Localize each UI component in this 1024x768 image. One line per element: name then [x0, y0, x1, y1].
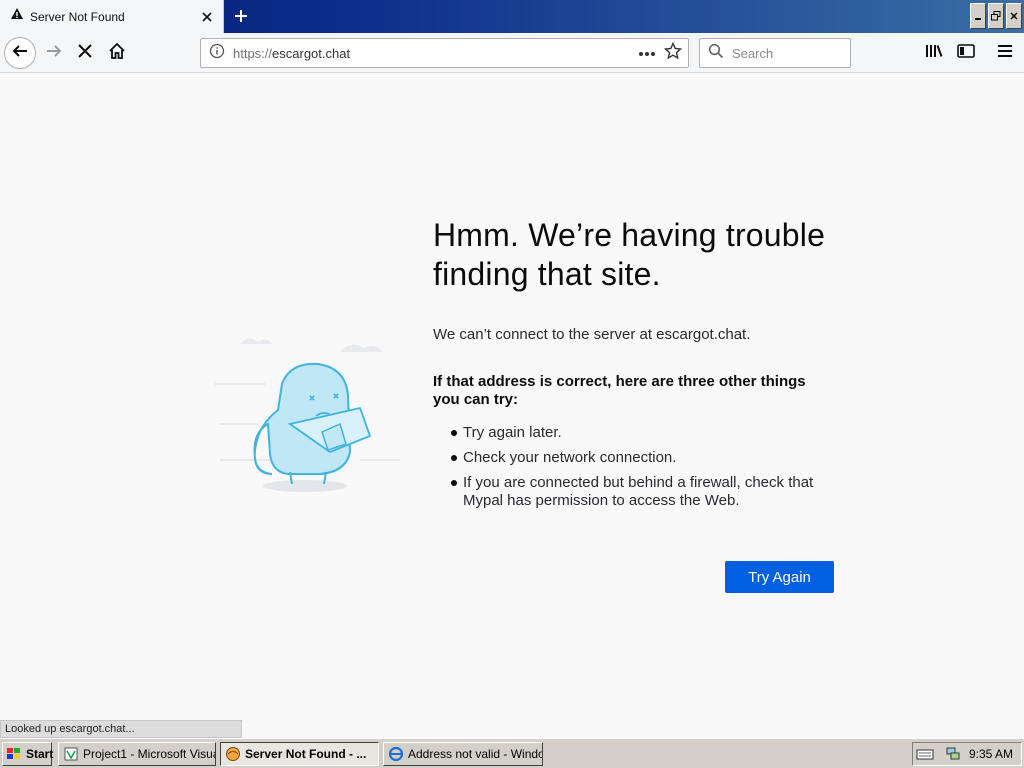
- search-icon: [708, 43, 724, 64]
- minimize-button[interactable]: [970, 3, 986, 29]
- taskbar-item-label: Address not valid - Windo...: [408, 747, 543, 761]
- more-icon[interactable]: [638, 44, 656, 62]
- start-label: Start: [26, 747, 54, 761]
- home-icon: [108, 42, 126, 65]
- forward-icon: [45, 42, 63, 65]
- visual-basic-icon: [63, 746, 79, 762]
- stop-button[interactable]: [69, 37, 101, 69]
- back-icon: [11, 42, 29, 65]
- forward-button[interactable]: [38, 37, 70, 69]
- menu-button[interactable]: [989, 37, 1021, 69]
- error-illustration: [210, 324, 410, 499]
- sidebar-button[interactable]: [950, 37, 982, 69]
- internet-explorer-icon: [388, 746, 404, 762]
- window-controls: [970, 3, 1022, 29]
- window-close-button[interactable]: [1006, 3, 1022, 29]
- taskbar: Start Project1 - Microsoft Visual... Ser…: [0, 738, 1024, 768]
- plus-icon[interactable]: [230, 5, 252, 27]
- tab-strip: Server Not Found: [0, 0, 1024, 33]
- search-placeholder: Search: [732, 45, 774, 61]
- url-text[interactable]: https://escargot.chat: [233, 46, 638, 61]
- list-item: Try again later.: [433, 424, 843, 442]
- close-icon[interactable]: [197, 7, 217, 27]
- taskbar-item-ie[interactable]: Address not valid - Windo...: [383, 742, 543, 766]
- home-button[interactable]: [101, 37, 133, 69]
- error-text: Hmm. We’re having trouble finding that s…: [433, 216, 843, 517]
- taskbar-item-visual-basic[interactable]: Project1 - Microsoft Visual...: [58, 742, 216, 766]
- system-tray: 9:35 AM: [912, 742, 1022, 766]
- back-button[interactable]: [4, 37, 36, 69]
- error-title: Hmm. We’re having trouble finding that s…: [433, 216, 843, 294]
- list-item: Check your network connection.: [433, 449, 843, 467]
- status-panel: Looked up escargot.chat...: [0, 720, 242, 738]
- clock[interactable]: 9:35 AM: [969, 747, 1013, 761]
- browser-icon: [225, 746, 241, 762]
- error-subtitle: If that address is correct, here are thr…: [433, 373, 843, 409]
- url-bar[interactable]: https://escargot.chat: [200, 38, 689, 68]
- windows-logo-icon: [6, 746, 22, 762]
- error-subtitle-line2: you can try:: [433, 391, 519, 408]
- sidebar-icon: [957, 43, 975, 64]
- network-icon[interactable]: [945, 745, 961, 764]
- tab-server-not-found[interactable]: Server Not Found: [0, 0, 224, 33]
- list-item: If you are connected but behind a firewa…: [433, 474, 843, 510]
- try-again-button[interactable]: Try Again: [725, 561, 834, 593]
- tab-title: Server Not Found: [30, 9, 125, 24]
- menu-icon: [997, 44, 1013, 63]
- taskbar-item-label: Project1 - Microsoft Visual...: [83, 747, 215, 761]
- restore-button[interactable]: [988, 3, 1004, 29]
- warning-icon: [10, 7, 24, 26]
- url-protocol: https://: [233, 45, 273, 61]
- suggestion-list: Try again later. Check your network conn…: [433, 424, 843, 510]
- taskbar-item-label: Server Not Found - ...: [245, 747, 367, 761]
- taskbar-item-browser[interactable]: Server Not Found - ...: [220, 742, 379, 766]
- navigation-toolbar: https://escargot.chat Search: [0, 33, 1024, 73]
- error-description: We can’t connect to the server at escarg…: [433, 326, 751, 343]
- star-icon[interactable]: [663, 41, 683, 65]
- start-button[interactable]: Start: [2, 742, 54, 766]
- library-button[interactable]: [918, 37, 950, 69]
- search-input[interactable]: Search: [699, 38, 851, 68]
- info-icon[interactable]: [209, 43, 225, 64]
- error-title-line1: Hmm. We’re having trouble: [433, 217, 826, 253]
- url-host: escargot.chat: [272, 45, 351, 61]
- library-icon: [925, 43, 943, 64]
- error-title-line2: finding that site.: [433, 256, 661, 292]
- error-subtitle-line1: If that address is correct, here are thr…: [433, 373, 806, 390]
- error-page: Hmm. We’re having trouble finding that s…: [0, 74, 1024, 738]
- stop-icon: [77, 43, 93, 64]
